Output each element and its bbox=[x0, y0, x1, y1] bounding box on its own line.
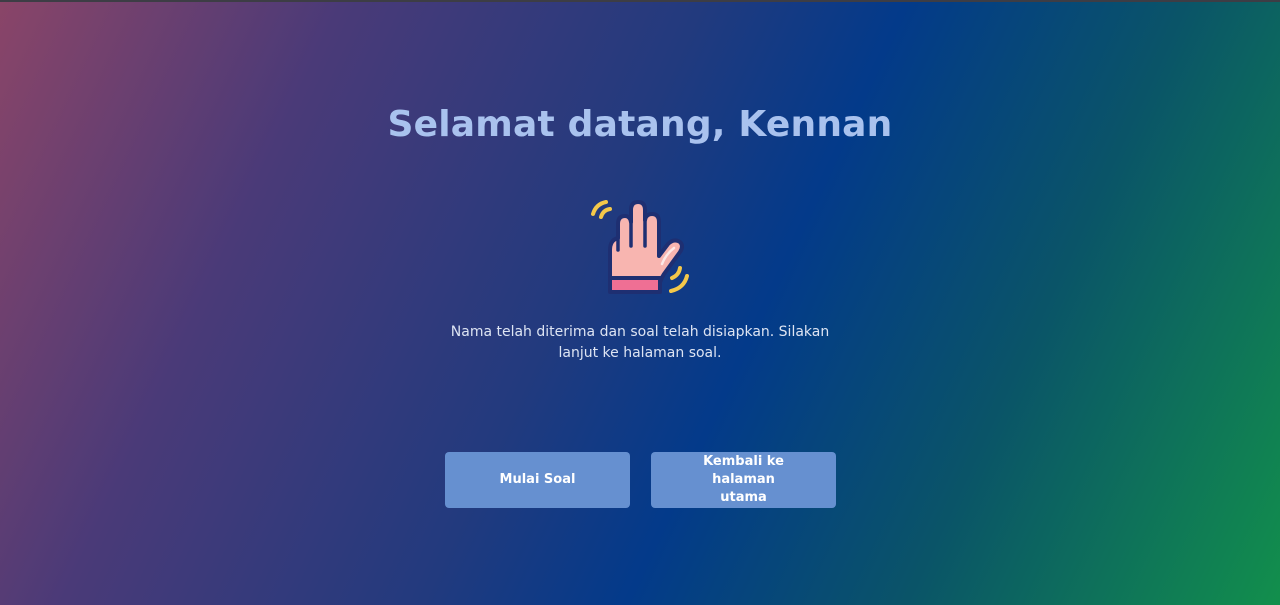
page-title: Selamat datang, Kennan bbox=[387, 104, 893, 145]
window-top-border bbox=[0, 0, 1280, 2]
waving-hand-icon bbox=[588, 194, 692, 298]
start-quiz-button[interactable]: Mulai Soal bbox=[445, 452, 630, 508]
back-to-home-button[interactable]: Kembali ke halaman utama bbox=[651, 452, 836, 508]
welcome-message: Nama telah diterima dan soal telah disia… bbox=[450, 324, 830, 361]
